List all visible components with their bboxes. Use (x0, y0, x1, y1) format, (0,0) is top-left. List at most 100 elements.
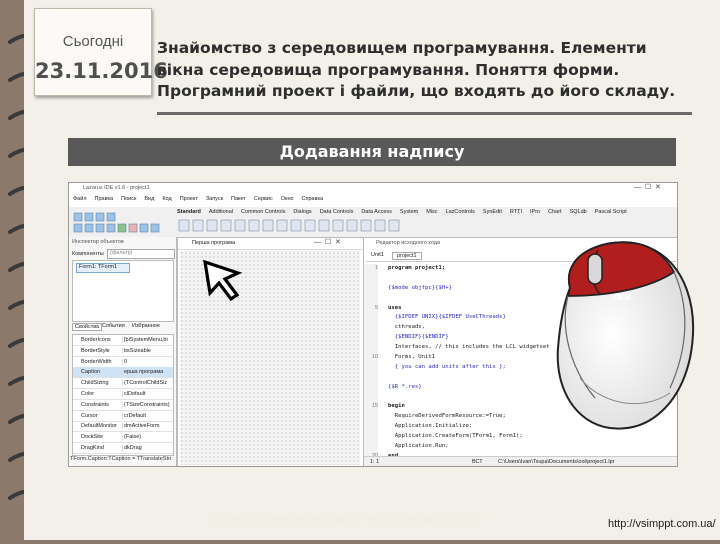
property-row[interactable]: BorderStyle bsSizeable (73, 346, 173, 357)
menu-item[interactable]: Вид (144, 196, 154, 202)
component-palette-tabs: Standard Additional Common Controls Dialogs… (177, 209, 677, 218)
palette-tab[interactable]: IPro (530, 209, 540, 215)
property-value[interactable]: dkDrag (122, 445, 174, 451)
title-line: Програмний проект і файли, що входять до… (157, 82, 676, 100)
tab-favorites[interactable]: Избранное (130, 323, 162, 329)
menu-item[interactable]: Правка (95, 196, 114, 202)
menu-item[interactable]: Запуск (206, 196, 223, 202)
property-name: BorderStyle (81, 347, 110, 354)
property-row[interactable]: ChildSizing (TControlChildSiz (73, 378, 174, 390)
menu-item[interactable]: Файл (73, 196, 87, 202)
property-name: DragKind (81, 445, 104, 451)
editor-statusbar: 1: 1 ВСТ C:\Users\Ivan\Tsupa\Documents\o… (364, 456, 677, 466)
palette-tab[interactable]: Additional (209, 209, 233, 215)
date-card: Сьогодні 23.11.2016 (34, 8, 168, 96)
property-name: Constraints (81, 401, 109, 408)
ide-window-title: Lazarus IDE v1.6 - project1 (83, 185, 150, 191)
palette-tab[interactable]: Data Access (361, 209, 392, 215)
date-value: 23.11.2016 (35, 59, 168, 83)
property-value[interactable]: (False) (122, 434, 174, 441)
tab-properties[interactable]: Свойства (72, 323, 103, 331)
line-number: 1 (374, 265, 378, 271)
palette-tab[interactable]: System (400, 209, 418, 215)
menu-item[interactable]: Справка (302, 196, 324, 202)
line-number (364, 363, 378, 373)
toolbar-buttons[interactable] (73, 211, 173, 233)
palette-tab[interactable]: RTTI (510, 209, 522, 215)
line-number (364, 442, 378, 452)
line-number (364, 274, 378, 284)
palette-tab[interactable]: Dialogs (293, 209, 311, 215)
property-value[interactable]: crDefault (122, 412, 174, 419)
property-value[interactable]: 0 (122, 358, 174, 365)
palette-tab[interactable]: Misc (426, 209, 437, 215)
line-number (364, 422, 378, 432)
line-number: 15 (371, 403, 378, 410)
insert-mode: ВСТ (472, 459, 483, 465)
editor-title: Редактор исходного кода (376, 240, 441, 246)
menu-item[interactable]: Окно (281, 196, 294, 202)
property-row[interactable]: Cursor crDefault (73, 411, 173, 422)
menu-item[interactable]: Код (162, 196, 171, 202)
property-row[interactable]: DragKind dkDrag (73, 443, 173, 454)
property-row[interactable]: Constraints (TSizeConstraints) (73, 400, 173, 411)
footer-url[interactable]: http://vsimppt.com.ua/ (608, 518, 716, 530)
window-controls[interactable]: — ☐ ✕ (634, 183, 661, 191)
palette-tab[interactable]: Chart (548, 209, 561, 215)
form-canvas[interactable] (180, 251, 360, 465)
line-numbers: 1510152021 (364, 264, 378, 466)
menu-item[interactable]: Поиск (121, 196, 136, 202)
line-number (364, 323, 378, 333)
property-row[interactable]: BorderIcons [biSystemMenu,bi (73, 335, 173, 346)
palette-tab[interactable]: SQLdb (570, 209, 587, 215)
palette-tab[interactable]: Standard (177, 209, 201, 215)
property-row[interactable]: Color clDefault (73, 389, 173, 400)
property-name: Cursor (81, 412, 98, 419)
line-number (364, 294, 378, 304)
line-number (364, 412, 378, 422)
title-line: вікна середовища програмування. Поняття … (157, 60, 620, 79)
tree-item-form1[interactable]: Form1: TForm1 (76, 263, 130, 273)
property-row[interactable]: DefaultMonitor dmActiveForm (73, 421, 174, 433)
property-value[interactable]: dmActiveForm (122, 423, 174, 430)
property-name: DockSite (81, 434, 104, 441)
property-value[interactable]: [biSystemMenu,bi (122, 337, 174, 343)
inspector-status: TForm.Caption:TCaption = TTranslateStri (70, 456, 172, 462)
palette-tab[interactable]: SynEdit (483, 209, 502, 215)
property-value[interactable]: (TSizeConstraints) (122, 401, 174, 408)
component-tree[interactable]: Form1: TForm1 (72, 260, 174, 322)
palette-tab[interactable]: LazControls (446, 209, 475, 215)
title-divider (157, 112, 692, 115)
line-number (364, 333, 378, 343)
tab-unit1[interactable]: Unit1 (368, 252, 387, 258)
tab-project1[interactable]: project1 (392, 252, 422, 260)
property-row[interactable]: DockSite (False) (73, 432, 174, 444)
tab-events[interactable]: События (100, 323, 127, 329)
mouse-left-button-label: ЛКМ (613, 292, 632, 302)
line-number: 10 (371, 354, 378, 361)
menu-item[interactable]: Проект (180, 196, 198, 202)
palette-tab[interactable]: Data Controls (320, 209, 354, 215)
property-value[interactable]: (TControlChildSiz (122, 380, 174, 387)
form-designer: Перша програма — ☐ ✕ (177, 237, 364, 466)
property-value[interactable]: ерша програма (122, 369, 174, 376)
line-number (364, 393, 378, 403)
object-inspector: Инспектор объектов Компоненты (фильтр) F… (69, 237, 177, 466)
property-value[interactable]: bsSizeable (122, 347, 174, 354)
line-number (364, 432, 378, 442)
property-row[interactable]: BorderWidth 0 (73, 357, 173, 368)
line-number (364, 373, 378, 383)
mouse-icon (556, 241, 694, 430)
property-row[interactable]: Caption ерша програма (73, 367, 174, 379)
palette-tab[interactable]: Pascal Script (595, 209, 627, 215)
property-value[interactable]: clDefault (122, 391, 174, 397)
palette-tab[interactable]: Common Controls (241, 209, 285, 215)
line-number (364, 313, 378, 323)
property-name: Caption (81, 369, 100, 376)
form-window-controls[interactable]: — ☐ ✕ (314, 238, 341, 246)
line-number: 5 (374, 304, 378, 311)
component-filter-input[interactable]: (фильтр) (107, 249, 175, 259)
menu-item[interactable]: Пакет (231, 196, 246, 202)
menu-item[interactable]: Сервис (254, 196, 273, 202)
property-grid[interactable]: BorderIcons [biSystemMenu,bi BorderStyle bs… (72, 334, 174, 456)
